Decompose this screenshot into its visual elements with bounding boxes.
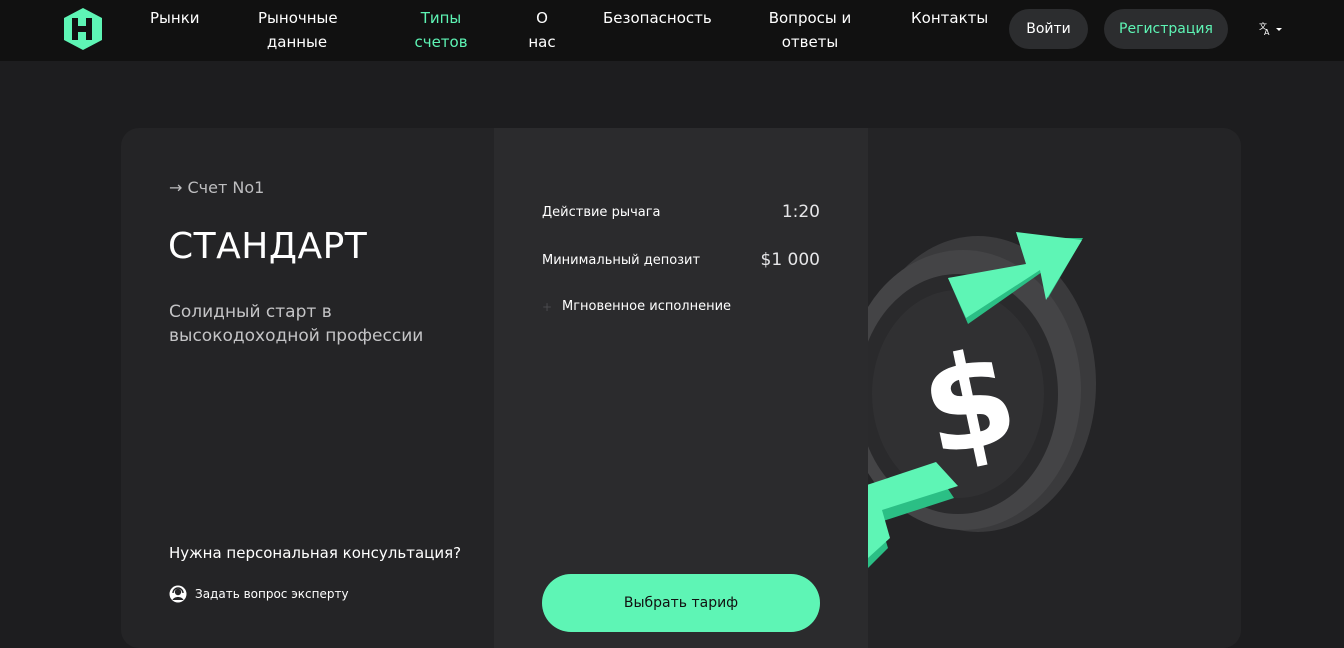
spec-row-min-deposit: Минимальный депозит $1 000 (542, 250, 820, 270)
account-number-label: → Счет No1 (169, 178, 265, 197)
nav-item-about[interactable]: О нас (527, 6, 557, 54)
plus-icon: + (542, 299, 553, 314)
ask-expert-link[interactable]: Задать вопрос эксперту (169, 584, 349, 604)
consultation-title: Нужна персональная консультация? (169, 544, 462, 562)
dollar-coin-illustration: $ (868, 232, 1096, 568)
spec-row-leverage: Действие рычага 1:20 (542, 202, 820, 222)
nav-item-markets[interactable]: Рынки (150, 6, 200, 30)
nav-item-market-data[interactable]: Рыночные данные (258, 6, 338, 54)
nav-item-security[interactable]: Безопасность (603, 6, 712, 30)
account-title: СТАНДАРТ (168, 226, 368, 267)
leverage-value: 1:20 (781, 202, 820, 222)
logo-icon[interactable] (60, 6, 106, 52)
expert-avatar-icon (169, 585, 187, 603)
ask-expert-label: Задать вопрос эксперту (195, 587, 349, 601)
leverage-label: Действие рычага (542, 204, 661, 220)
nav-item-contacts[interactable]: Контакты (911, 6, 988, 30)
illustration-column: $ (868, 128, 1241, 648)
tariff-details-column: Действие рычага 1:20 Минимальный депозит… (494, 128, 868, 648)
svg-text:A: A (1264, 28, 1270, 37)
min-deposit-label: Минимальный депозит (542, 252, 701, 268)
register-button[interactable]: Регистрация (1104, 9, 1228, 49)
translate-icon[interactable]: 文 A (1258, 20, 1284, 38)
feature-item: + Мгновенное исполнение (542, 299, 731, 314)
min-deposit-value: $1 000 (760, 250, 820, 270)
top-navigation: Рынки Рыночные данные Типы счетов О нас … (0, 0, 1344, 61)
nav-item-account-types[interactable]: Типы счетов (414, 6, 468, 54)
account-card: → Счет No1 СТАНДАРТ Солидный старт в выс… (121, 128, 1241, 648)
feature-label: Мгновенное исполнение (562, 299, 732, 314)
login-button[interactable]: Войти (1009, 9, 1088, 49)
choose-tariff-button[interactable]: Выбрать тариф (542, 574, 820, 632)
nav-item-faq[interactable]: Вопросы и ответы (766, 6, 854, 54)
account-description: Солидный старт в высокодоходной професси… (169, 302, 424, 346)
